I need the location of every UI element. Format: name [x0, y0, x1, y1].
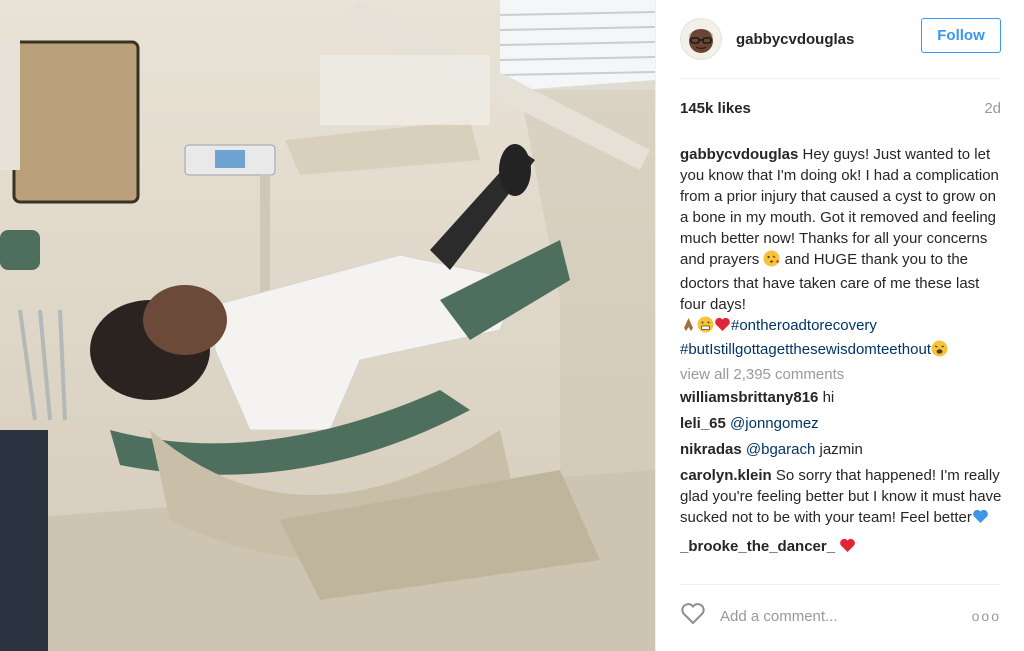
comments-divider [680, 584, 1001, 585]
comment-username[interactable]: williamsbrittany816 [680, 389, 818, 406]
comment-username[interactable]: nikradas [680, 441, 742, 458]
comment-text: jazmin [819, 441, 863, 458]
list-item: williamsbrittany816 hi [680, 387, 1005, 408]
caption: gabbycvdouglas Hey guys! Just wanted to … [680, 144, 1005, 363]
comments-section: gabbycvdouglas Hey guys! Just wanted to … [680, 144, 1005, 579]
comment-mention[interactable]: @bgarach [746, 441, 815, 458]
praying-hands-emoji-icon [680, 316, 697, 339]
red-heart-emoji-icon [714, 316, 731, 339]
hashtag-wisdomteeth[interactable]: #butIstillgottagetthesewisdomteethout [680, 341, 931, 358]
header-divider [680, 78, 1001, 79]
avatar[interactable] [680, 18, 722, 60]
caption-text: Hey guys! Just wanted to let you know th… [680, 146, 999, 268]
more-options-button[interactable]: ooo [972, 608, 1001, 624]
post-header: gabbycvdouglas Follow [656, 0, 1024, 78]
post-photo[interactable] [0, 0, 655, 651]
red-heart-emoji-icon [839, 537, 856, 560]
kiss-emoji-icon [763, 250, 780, 273]
comment-username[interactable]: _brooke_the_dancer_ [680, 538, 835, 555]
list-item: carolyn.klein So sorry that happened! I'… [680, 465, 1005, 531]
comment-mention[interactable]: @jonngomez [730, 415, 819, 432]
comment-text: hi [822, 389, 835, 406]
dental-chair-photo [0, 0, 655, 651]
follow-button[interactable]: Follow [921, 18, 1001, 53]
list-item: _brooke_the_dancer_ [680, 536, 1005, 560]
likes-count[interactable]: 145k likes [680, 100, 751, 117]
likes-row: 145k likes 2d [680, 100, 1001, 117]
grimace-emoji-icon [697, 316, 714, 339]
caption-username[interactable]: gabbycvdouglas [680, 146, 798, 163]
blue-heart-emoji-icon [972, 508, 989, 531]
comment-username[interactable]: carolyn.klein [680, 467, 772, 484]
post-age[interactable]: 2d [984, 100, 1001, 117]
post-username[interactable]: gabbycvdouglas [736, 31, 854, 48]
view-all-comments-link[interactable]: view all 2,395 comments [680, 364, 1005, 385]
avatar-icon [688, 29, 714, 53]
list-item: nikradas @bgarach jazmin [680, 439, 1005, 460]
add-comment-input[interactable]: Add a comment... [720, 608, 972, 625]
comment-username[interactable]: leli_65 [680, 415, 726, 432]
hashtag-ontheroadtorecovery[interactable]: #ontheroadtorecovery [731, 317, 877, 334]
weary-emoji-icon [931, 340, 948, 363]
heart-icon[interactable] [680, 602, 706, 631]
list-item: leli_65 @jonngomez [680, 413, 1005, 434]
post-sidebar: gabbycvdouglas Follow 145k likes 2d gabb… [655, 0, 1024, 651]
add-comment-bar: Add a comment... ooo [680, 596, 1001, 636]
